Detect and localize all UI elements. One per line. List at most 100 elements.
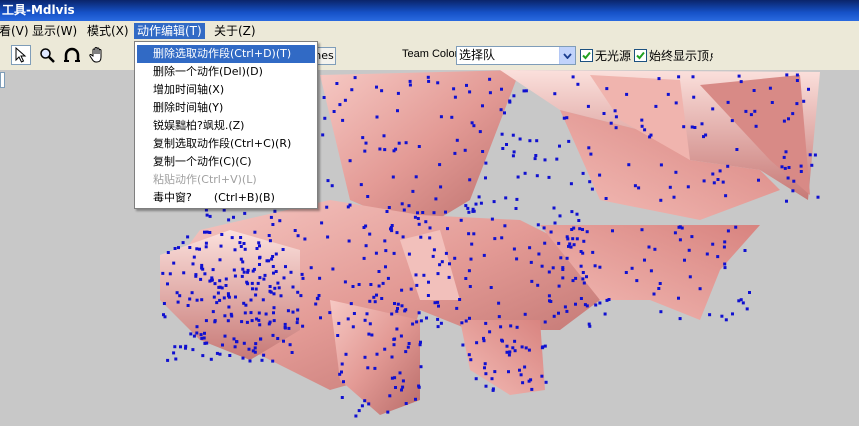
vertex-marker[interactable] bbox=[472, 124, 476, 128]
vertex-marker[interactable] bbox=[574, 302, 577, 306]
vertex-marker[interactable] bbox=[182, 271, 186, 275]
vertex-marker[interactable] bbox=[436, 317, 440, 321]
vertex-marker[interactable] bbox=[582, 239, 586, 243]
vertex-marker[interactable] bbox=[194, 274, 198, 278]
vertex-marker[interactable] bbox=[513, 349, 517, 353]
vertex-marker[interactable] bbox=[325, 205, 329, 209]
vertex-marker[interactable] bbox=[299, 294, 303, 298]
vertex-marker[interactable] bbox=[511, 346, 515, 350]
vertex-marker[interactable] bbox=[688, 275, 692, 279]
vertex-marker[interactable] bbox=[411, 322, 415, 326]
vertex-marker[interactable] bbox=[690, 125, 694, 129]
vertex-marker[interactable] bbox=[417, 311, 421, 315]
vertex-marker[interactable] bbox=[278, 219, 282, 223]
vertex-marker[interactable] bbox=[467, 210, 471, 214]
vertex-marker[interactable] bbox=[374, 251, 378, 255]
vertex-marker[interactable] bbox=[668, 185, 672, 189]
vertex-marker[interactable] bbox=[392, 343, 396, 347]
vertex-marker[interactable] bbox=[659, 310, 663, 314]
vertex-marker[interactable] bbox=[188, 297, 192, 301]
vertex-marker[interactable] bbox=[366, 195, 370, 198]
vertex-marker[interactable] bbox=[566, 237, 570, 241]
vertex-marker[interactable] bbox=[200, 336, 204, 340]
vertex-marker[interactable] bbox=[530, 279, 534, 283]
vertex-marker[interactable] bbox=[768, 86, 772, 90]
vertex-marker[interactable] bbox=[414, 397, 417, 401]
vertex-marker[interactable] bbox=[218, 258, 222, 262]
vertex-marker[interactable] bbox=[191, 262, 195, 266]
vertex-marker[interactable] bbox=[271, 333, 275, 337]
vertex-marker[interactable] bbox=[658, 282, 662, 285]
vertex-marker[interactable] bbox=[565, 309, 569, 313]
vertex-marker[interactable] bbox=[625, 92, 629, 96]
menu-item-garbled-z[interactable]: 锐娱黜柏?飒规.(Z) bbox=[137, 117, 315, 135]
vertex-marker[interactable] bbox=[186, 304, 190, 307]
vertex-marker[interactable] bbox=[587, 146, 591, 150]
vertex-marker[interactable] bbox=[426, 75, 430, 79]
vertex-marker[interactable] bbox=[401, 379, 405, 383]
vertex-marker[interactable] bbox=[186, 235, 190, 239]
vertex-marker[interactable] bbox=[377, 284, 381, 288]
vertex-marker[interactable] bbox=[416, 211, 419, 215]
vertex-marker[interactable] bbox=[366, 366, 370, 370]
vertex-marker[interactable] bbox=[523, 312, 527, 316]
vertex-marker[interactable] bbox=[577, 219, 581, 222]
vertex-marker[interactable] bbox=[250, 319, 254, 323]
vertex-marker[interactable] bbox=[431, 254, 435, 258]
vertex-marker[interactable] bbox=[234, 295, 237, 299]
menu-mode[interactable]: 模式(X) bbox=[84, 23, 132, 39]
vertex-marker[interactable] bbox=[215, 301, 219, 305]
vertex-marker[interactable] bbox=[464, 277, 468, 280]
menu-display[interactable]: 显示(W) bbox=[29, 23, 80, 39]
vertex-marker[interactable] bbox=[320, 221, 324, 225]
vertex-marker[interactable] bbox=[224, 284, 228, 287]
vertex-marker[interactable] bbox=[557, 284, 561, 288]
vertex-marker[interactable] bbox=[201, 267, 205, 271]
vertex-marker[interactable] bbox=[359, 183, 363, 187]
vertex-marker[interactable] bbox=[553, 92, 557, 96]
vertex-marker[interactable] bbox=[332, 110, 336, 113]
vertex-marker[interactable] bbox=[274, 252, 278, 256]
vertex-marker[interactable] bbox=[401, 235, 405, 239]
vertex-marker[interactable] bbox=[424, 220, 428, 224]
vertex-marker[interactable] bbox=[203, 272, 207, 276]
vertex-marker[interactable] bbox=[273, 286, 277, 290]
vertex-marker[interactable] bbox=[241, 267, 245, 271]
vertex-marker[interactable] bbox=[254, 342, 258, 346]
vertex-marker[interactable] bbox=[572, 243, 576, 247]
vertex-marker[interactable] bbox=[385, 210, 389, 213]
vertex-marker[interactable] bbox=[381, 281, 385, 285]
vertex-marker[interactable] bbox=[276, 337, 280, 340]
vertex-marker[interactable] bbox=[737, 299, 741, 303]
vertex-marker[interactable] bbox=[218, 352, 222, 356]
vertex-marker[interactable] bbox=[674, 170, 678, 174]
vertex-marker[interactable] bbox=[780, 165, 784, 169]
vertex-marker[interactable] bbox=[396, 307, 399, 310]
vertex-marker[interactable] bbox=[362, 256, 366, 260]
vertex-marker[interactable] bbox=[795, 79, 799, 82]
vertex-marker[interactable] bbox=[529, 260, 533, 264]
vertex-marker[interactable] bbox=[783, 166, 787, 170]
vertex-marker[interactable] bbox=[561, 268, 565, 271]
vertex-marker[interactable] bbox=[459, 218, 463, 222]
vertex-marker[interactable] bbox=[802, 99, 806, 103]
vertex-marker[interactable] bbox=[702, 179, 706, 183]
vertex-marker[interactable] bbox=[386, 276, 390, 280]
vertex-marker[interactable] bbox=[693, 126, 697, 129]
vertex-marker[interactable] bbox=[340, 396, 344, 399]
vertex-marker[interactable] bbox=[367, 402, 371, 406]
vertex-marker[interactable] bbox=[748, 291, 751, 294]
vertex-marker[interactable] bbox=[162, 302, 166, 305]
vertex-marker[interactable] bbox=[534, 154, 538, 157]
vertex-marker[interactable] bbox=[220, 286, 224, 290]
vertex-marker[interactable] bbox=[680, 226, 684, 230]
vertex-marker[interactable] bbox=[211, 310, 215, 314]
vertex-marker[interactable] bbox=[195, 325, 199, 329]
vertex-marker[interactable] bbox=[404, 402, 408, 405]
vertex-marker[interactable] bbox=[543, 320, 547, 324]
vertex-marker[interactable] bbox=[257, 318, 261, 322]
vertex-marker[interactable] bbox=[497, 301, 501, 305]
vertex-marker[interactable] bbox=[581, 271, 585, 274]
vertex-marker[interactable] bbox=[731, 312, 734, 316]
vertex-marker[interactable] bbox=[322, 96, 326, 99]
